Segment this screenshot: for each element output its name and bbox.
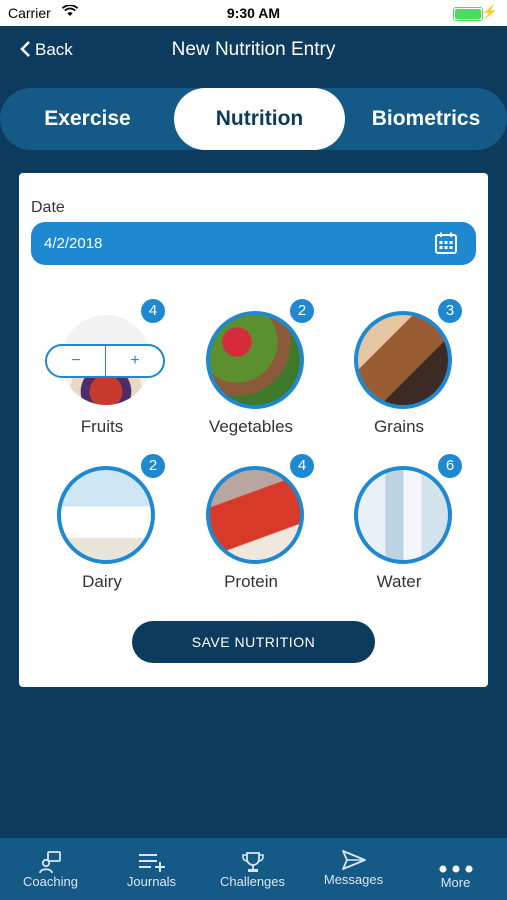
more-icon	[439, 865, 473, 873]
navigation-bar: Back New Nutrition Entry	[0, 26, 507, 76]
segment-control: Exercise Nutrition Biometrics	[0, 88, 507, 150]
date-value: 4/2/2018	[44, 235, 103, 252]
food-label-water: Water	[376, 572, 422, 591]
food-item-protein[interactable]: 4 Protein	[194, 454, 314, 604]
status-bar: Carrier 9:30 AM ⚡	[0, 0, 507, 26]
nutrition-form-card: Date 4/2/2018 4 − + Fruits 2 Vegetables	[19, 173, 488, 687]
quantity-stepper[interactable]: − +	[45, 344, 165, 378]
tabbar-item-more[interactable]: More	[404, 838, 507, 900]
tabbar-label: Challenges	[219, 874, 286, 889]
food-item-grains[interactable]: 3 Grains	[342, 299, 462, 449]
charging-icon: ⚡	[481, 4, 498, 19]
food-label-dairy: Dairy	[82, 572, 122, 591]
tabbar-label: More	[440, 875, 471, 890]
tabbar-label: Messages	[323, 872, 384, 887]
tab-nutrition[interactable]: Nutrition	[174, 88, 345, 150]
count-badge-vegetables: 2	[290, 299, 314, 323]
tabbar-item-challenges[interactable]: Challenges	[202, 838, 303, 900]
tabbar-label: Journals	[126, 874, 177, 889]
food-label-grains: Grains	[373, 417, 425, 436]
save-nutrition-button[interactable]: SAVE NUTRITION	[132, 621, 375, 663]
trophy-icon	[242, 852, 264, 872]
increment-button[interactable]: +	[106, 346, 164, 376]
tab-exercise[interactable]: Exercise	[0, 88, 175, 150]
bottom-tab-bar: Coaching Journals Challenges Messages Mo…	[0, 838, 507, 900]
tabbar-item-coaching[interactable]: Coaching	[0, 838, 101, 900]
date-field[interactable]: 4/2/2018	[31, 222, 476, 265]
calendar-icon[interactable]	[434, 231, 458, 255]
count-badge-dairy: 2	[141, 454, 165, 478]
food-item-fruits[interactable]: 4 − + Fruits	[45, 299, 165, 449]
date-label: Date	[31, 199, 65, 216]
food-item-dairy[interactable]: 2 Dairy	[45, 454, 165, 604]
grains-image	[354, 311, 452, 409]
count-badge-water: 6	[438, 454, 462, 478]
count-badge-protein: 4	[290, 454, 314, 478]
journals-icon	[139, 854, 165, 872]
battery-icon	[453, 7, 483, 21]
vegetables-image	[206, 311, 304, 409]
water-image	[354, 466, 452, 564]
send-icon	[342, 850, 366, 870]
decrement-button[interactable]: −	[47, 346, 106, 376]
count-badge-grains: 3	[438, 299, 462, 323]
tab-biometrics[interactable]: Biometrics	[348, 88, 504, 150]
food-item-water[interactable]: 6 Water	[342, 454, 462, 604]
food-item-vegetables[interactable]: 2 Vegetables	[194, 299, 314, 449]
protein-image	[206, 466, 304, 564]
clock: 9:30 AM	[226, 5, 281, 21]
tabbar-item-messages[interactable]: Messages	[303, 838, 404, 900]
page-title: New Nutrition Entry	[171, 39, 336, 60]
dairy-image	[57, 466, 155, 564]
tabbar-label: Coaching	[23, 874, 78, 889]
coaching-icon	[39, 851, 61, 874]
count-badge-fruits: 4	[141, 299, 165, 323]
tabbar-item-journals[interactable]: Journals	[101, 838, 202, 900]
food-label-vegetables: Vegetables	[208, 417, 294, 436]
food-label-fruits: Fruits	[80, 417, 124, 436]
food-label-protein: Protein	[224, 572, 278, 591]
